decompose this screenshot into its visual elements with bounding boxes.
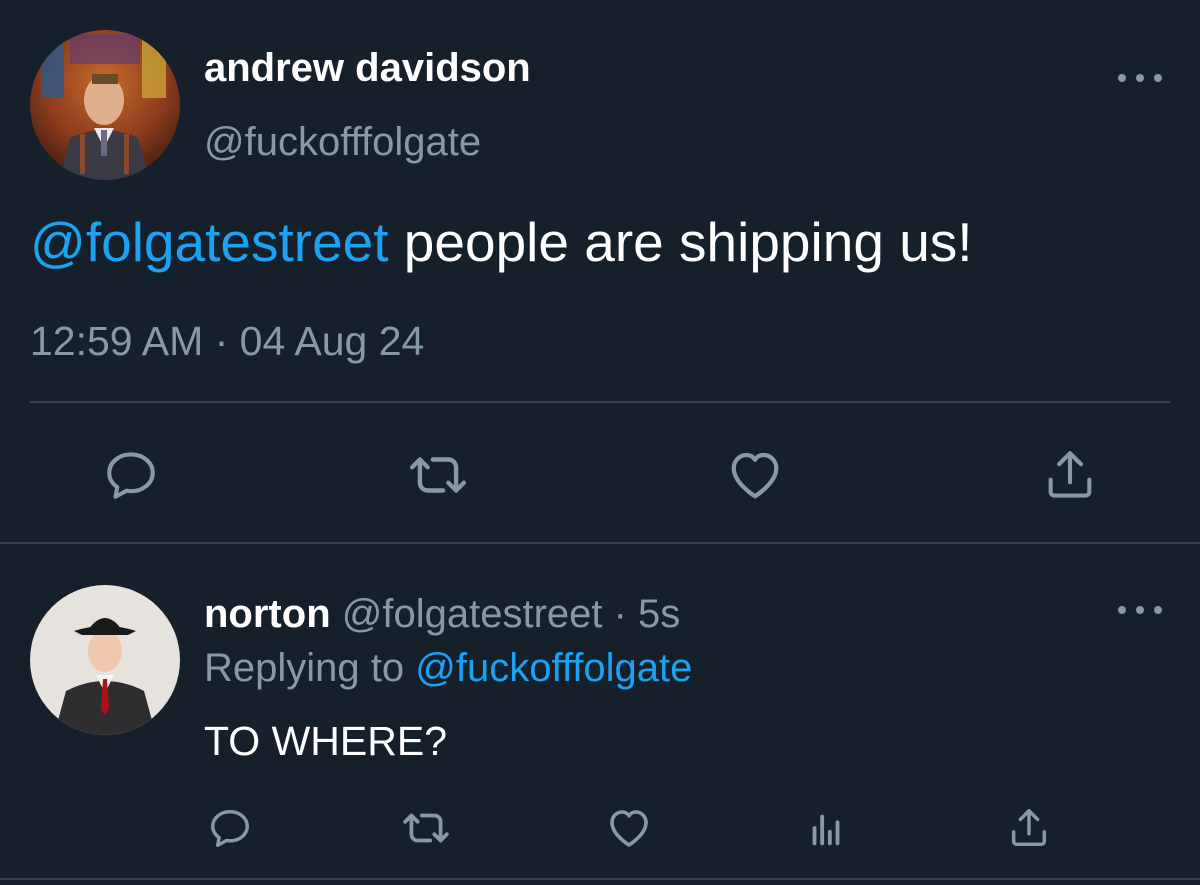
avatar[interactable] — [30, 30, 180, 180]
like-button[interactable] — [603, 802, 655, 854]
display-name[interactable]: norton — [204, 592, 331, 636]
reply-button[interactable] — [204, 802, 256, 854]
dot — [1136, 74, 1144, 82]
reply-header: norton @folgatestreet · 5s — [204, 592, 680, 637]
user-handle[interactable]: @fuckofffolgate — [204, 120, 481, 165]
heart-icon — [731, 452, 779, 499]
dot — [1118, 606, 1126, 614]
section-divider — [0, 542, 1200, 544]
main-tweet: andrew davidson @fuckofffolgate @folgate… — [0, 0, 1200, 543]
tweet-body: people are shipping us! — [388, 211, 973, 273]
separator: · — [602, 592, 639, 636]
divider — [0, 878, 1200, 880]
more-options-icon[interactable] — [1118, 600, 1162, 620]
share-button[interactable] — [1037, 442, 1103, 508]
display-name[interactable]: andrew davidson — [204, 46, 531, 91]
mention-link[interactable]: @folgatestreet — [30, 211, 389, 273]
tweet-text: TO WHERE? — [204, 718, 447, 764]
profile-photo-icon — [30, 585, 180, 735]
share-button[interactable] — [1003, 802, 1055, 854]
mention-link[interactable]: @fuckofffolgate — [415, 646, 692, 690]
heart-icon — [610, 810, 648, 847]
replying-to-prefix: Replying to — [204, 646, 416, 690]
share-icon — [1011, 809, 1047, 847]
analytics-icon — [812, 814, 840, 846]
dot — [1136, 606, 1144, 614]
retweet-button[interactable] — [405, 442, 471, 508]
dot — [1154, 606, 1162, 614]
avatar[interactable] — [30, 585, 180, 735]
replying-to: Replying to @fuckofffolgate — [204, 646, 692, 691]
reply-icon — [211, 809, 249, 847]
analytics-button[interactable] — [800, 802, 852, 854]
reply-icon — [107, 452, 155, 499]
user-handle[interactable]: @folgatestreet — [342, 592, 603, 636]
tweet-text: @folgatestreet people are shipping us! — [30, 210, 973, 274]
retweet-icon — [403, 813, 449, 843]
dot — [1118, 74, 1126, 82]
retweet-icon — [409, 457, 467, 493]
retweet-button[interactable] — [400, 802, 452, 854]
more-options-icon[interactable] — [1118, 68, 1162, 88]
like-button[interactable] — [722, 442, 788, 508]
dot — [1154, 74, 1162, 82]
divider — [30, 401, 1170, 403]
timestamp[interactable]: 12:59 AM · 04 Aug 24 — [30, 318, 424, 365]
reply-button[interactable] — [98, 442, 164, 508]
time-ago[interactable]: 5s — [638, 592, 680, 636]
share-icon — [1048, 451, 1092, 498]
profile-photo-icon — [30, 30, 180, 180]
